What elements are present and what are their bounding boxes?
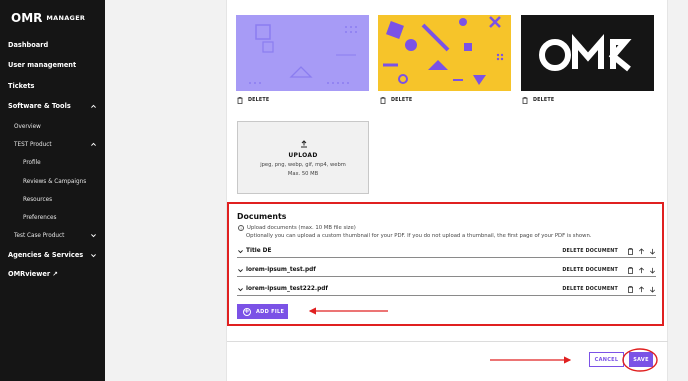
chevron-up-icon[interactable] <box>90 141 97 148</box>
trash-icon[interactable] <box>627 266 634 274</box>
upload-dropzone[interactable]: UPLOAD jpeg, png, webp, gif, mp4, webm M… <box>237 121 369 194</box>
document-name: Title DE <box>246 248 272 254</box>
document-row[interactable]: lorem-ipsum_test222.pdf DELETE DOCUMENT <box>237 283 656 296</box>
logo-mark: OMR <box>11 11 43 25</box>
sidebar-item-label: Agencies & Services <box>8 251 84 259</box>
trash-icon <box>380 97 386 104</box>
omr-manager-logo[interactable]: OMR MANAGER <box>11 11 85 25</box>
info-icon: i <box>238 225 244 231</box>
sidebar-item-agencies-services[interactable]: Agencies & Services <box>8 249 97 261</box>
sidebar-item-preferences[interactable]: Preferences <box>23 212 97 223</box>
documents-info: i Upload documents (max. 10 MB file size… <box>238 225 356 231</box>
documents-info-line1: Upload documents (max. 10 MB file size) <box>247 225 356 231</box>
documents-section: Documents i Upload documents (max. 10 MB… <box>227 202 664 326</box>
trash-icon[interactable] <box>627 285 634 293</box>
sidebar-item-software-tools[interactable]: Software & Tools <box>8 100 97 112</box>
sidebar-item-label: Profile <box>23 159 41 166</box>
chevron-down-icon[interactable] <box>90 252 97 259</box>
sidebar-item-label: Preferences <box>23 214 57 221</box>
delete-label: DELETE <box>248 98 270 103</box>
upload-icon <box>301 140 307 148</box>
trash-icon <box>237 97 243 104</box>
sidebar-item-label: User management <box>8 61 77 69</box>
trash-icon[interactable] <box>627 247 634 255</box>
delete-document-button[interactable]: DELETE DOCUMENT <box>562 249 618 254</box>
sidebar-item-test-product[interactable]: TEST Product <box>14 139 97 150</box>
add-file-label: ADD FILE <box>256 308 285 315</box>
add-file-button[interactable]: + ADD FILE <box>237 304 288 319</box>
arrow-down-icon[interactable] <box>649 286 656 293</box>
delete-label: DELETE <box>533 98 555 103</box>
sidebar-item-reviews-campaigns[interactable]: Reviews & Campaigns <box>23 176 97 187</box>
arrow-down-icon[interactable] <box>649 248 656 255</box>
upload-title: UPLOAD <box>288 152 318 159</box>
delete-document-button[interactable]: DELETE DOCUMENT <box>562 268 618 273</box>
upload-types: jpeg, png, webp, gif, mp4, webm <box>260 162 346 168</box>
delete-media-button[interactable]: DELETE <box>237 97 269 104</box>
sidebar-item-label: Overview <box>14 123 41 130</box>
document-row[interactable]: Title DE DELETE DOCUMENT <box>237 245 656 258</box>
sidebar-item-omrviewer[interactable]: OMRviewer ↗ <box>8 268 97 280</box>
chevron-up-icon[interactable] <box>90 103 97 110</box>
documents-title: Documents <box>237 212 287 221</box>
chevron-down-icon[interactable] <box>237 248 244 255</box>
sidebar-item-tickets[interactable]: Tickets <box>8 80 97 92</box>
media-thumbnail-yellow[interactable] <box>378 15 511 91</box>
save-button[interactable]: SAVE <box>629 352 653 367</box>
media-thumbnail-purple[interactable] <box>236 15 369 91</box>
delete-media-button[interactable]: DELETE <box>522 97 554 104</box>
sidebar-item-label: Dashboard <box>8 41 49 49</box>
sidebar-item-label: TEST Product <box>14 141 52 148</box>
arrow-up-icon[interactable] <box>638 266 645 274</box>
sidebar-item-user-management[interactable]: User management <box>8 59 97 71</box>
sidebar-item-label: Test Case Product <box>14 232 65 239</box>
cancel-button[interactable]: CANCEL <box>589 352 624 367</box>
sidebar-item-profile[interactable]: Profile <box>23 157 97 168</box>
footer-divider <box>227 341 668 342</box>
chevron-down-icon[interactable] <box>237 286 244 293</box>
upload-max-size: Max. 50 MB <box>287 171 319 177</box>
delete-media-button[interactable]: DELETE <box>380 97 412 104</box>
sidebar-item-overview[interactable]: Overview <box>14 121 97 132</box>
arrow-up-icon[interactable] <box>638 247 645 255</box>
delete-label: DELETE <box>391 98 413 103</box>
sidebar-item-dashboard[interactable]: Dashboard <box>8 39 97 51</box>
document-name: lorem-ipsum_test222.pdf <box>246 286 328 292</box>
sidebar-item-test-case-product[interactable]: Test Case Product <box>14 230 97 241</box>
sidebar-item-label: Resources <box>23 196 53 203</box>
sidebar-item-resources[interactable]: Resources <box>23 194 97 205</box>
arrow-down-icon[interactable] <box>649 267 656 274</box>
logo-subtitle: MANAGER <box>46 14 86 22</box>
sidebar-item-label: OMRviewer ↗ <box>8 270 58 278</box>
sidebar: OMR MANAGER Dashboard User management Ti… <box>0 0 105 381</box>
chevron-down-icon[interactable] <box>90 232 97 239</box>
chevron-down-icon[interactable] <box>237 267 244 274</box>
document-name: lorem-ipsum_test.pdf <box>246 267 316 273</box>
media-thumbnail-omr-logo[interactable] <box>521 15 654 91</box>
arrow-up-icon[interactable] <box>638 285 645 293</box>
sidebar-item-label: Tickets <box>8 82 35 90</box>
plus-circle-icon: + <box>243 307 251 316</box>
sidebar-item-label: Software & Tools <box>8 102 71 110</box>
document-row[interactable]: lorem-ipsum_test.pdf DELETE DOCUMENT <box>237 264 656 277</box>
documents-info-line2: Optionally you can upload a custom thumb… <box>246 233 592 239</box>
trash-icon <box>522 97 528 104</box>
delete-document-button[interactable]: DELETE DOCUMENT <box>562 287 618 292</box>
sidebar-item-label: Reviews & Campaigns <box>23 178 87 185</box>
